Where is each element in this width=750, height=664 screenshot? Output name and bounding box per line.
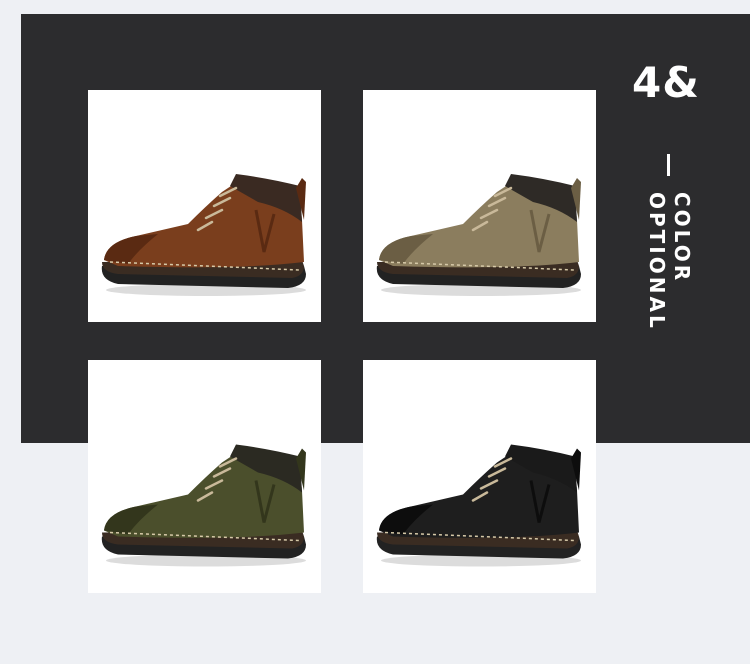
product-card-khaki[interactable]	[363, 90, 596, 322]
khaki-boot-drawing	[376, 174, 581, 296]
black-boot-image	[376, 444, 581, 567]
olive-boot-drawing	[101, 444, 306, 567]
khaki-boot-image	[376, 174, 581, 296]
black-boot-drawing	[376, 444, 581, 567]
headline-count: 4&	[632, 58, 700, 107]
brown-boot-image	[101, 174, 306, 296]
subtitle-color: COLOR	[670, 192, 694, 284]
product-card-olive[interactable]	[88, 360, 321, 593]
dash-divider	[667, 154, 670, 176]
product-card-brown[interactable]	[88, 90, 321, 322]
olive-boot-image	[101, 444, 306, 567]
brown-boot-drawing	[101, 174, 306, 296]
product-card-black[interactable]	[363, 360, 596, 593]
subtitle-optional: OPTIONAL	[645, 192, 669, 331]
